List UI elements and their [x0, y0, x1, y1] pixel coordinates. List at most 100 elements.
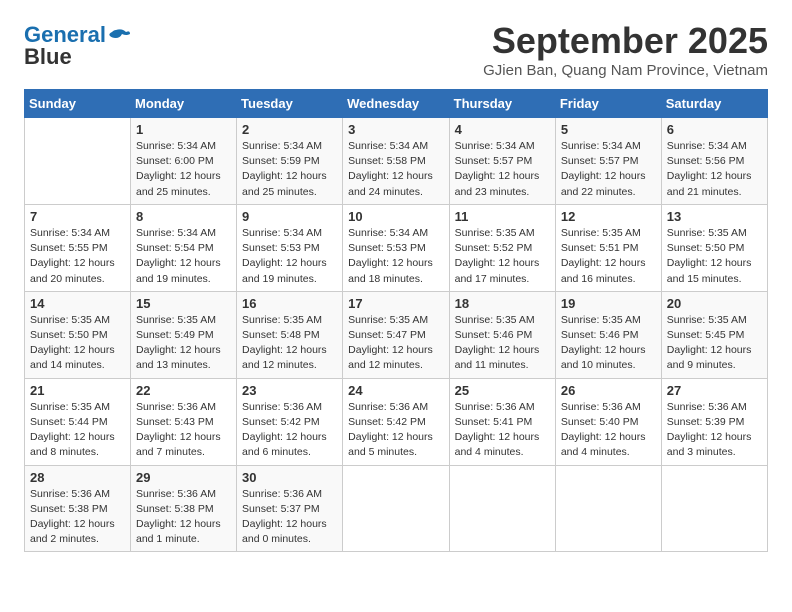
calendar-cell	[555, 465, 661, 552]
day-number: 17	[348, 296, 443, 311]
day-info: Sunrise: 5:35 AM Sunset: 5:45 PM Dayligh…	[667, 313, 762, 374]
day-number: 29	[136, 470, 231, 485]
calendar-cell	[449, 465, 555, 552]
day-info: Sunrise: 5:35 AM Sunset: 5:50 PM Dayligh…	[30, 313, 125, 374]
weekday-header-tuesday: Tuesday	[237, 90, 343, 118]
weekday-header-row: SundayMondayTuesdayWednesdayThursdayFrid…	[25, 90, 768, 118]
day-info: Sunrise: 5:34 AM Sunset: 5:53 PM Dayligh…	[348, 226, 443, 287]
day-info: Sunrise: 5:35 AM Sunset: 5:46 PM Dayligh…	[455, 313, 550, 374]
header: GeneralBlue September 2025 GJien Ban, Qu…	[24, 20, 768, 79]
day-info: Sunrise: 5:36 AM Sunset: 5:42 PM Dayligh…	[348, 400, 443, 461]
day-info: Sunrise: 5:35 AM Sunset: 5:46 PM Dayligh…	[561, 313, 656, 374]
day-info: Sunrise: 5:35 AM Sunset: 5:52 PM Dayligh…	[455, 226, 550, 287]
weekday-header-wednesday: Wednesday	[343, 90, 449, 118]
day-info: Sunrise: 5:34 AM Sunset: 5:55 PM Dayligh…	[30, 226, 125, 287]
calendar-cell: 22 Sunrise: 5:36 AM Sunset: 5:43 PM Dayli…	[131, 378, 237, 465]
day-number: 7	[30, 209, 125, 224]
day-number: 9	[242, 209, 337, 224]
day-info: Sunrise: 5:34 AM Sunset: 5:54 PM Dayligh…	[136, 226, 231, 287]
calendar-cell: 12Sunrise: 5:35 AM Sunset: 5:51 PM Dayli…	[555, 204, 661, 291]
day-info: Sunrise: 5:35 AM Sunset: 5:44 PM Dayligh…	[30, 400, 125, 461]
calendar-cell: 2 Sunrise: 5:34 AM Sunset: 5:59 PM Daylig…	[237, 118, 343, 205]
calendar-cell: 3Sunrise: 5:34 AM Sunset: 5:58 PM Daylig…	[343, 118, 449, 205]
day-info: Sunrise: 5:36 AM Sunset: 5:42 PM Dayligh…	[242, 400, 337, 461]
day-number: 20	[667, 296, 762, 311]
calendar-cell	[661, 465, 767, 552]
calendar-cell: 20 Sunrise: 5:35 AM Sunset: 5:45 PM Dayli…	[661, 291, 767, 378]
title-area: September 2025 GJien Ban, Quang Nam Prov…	[483, 20, 768, 79]
calendar-cell: 19Sunrise: 5:35 AM Sunset: 5:46 PM Dayli…	[555, 291, 661, 378]
calendar-cell: 30 Sunrise: 5:36 AM Sunset: 5:37 PM Dayli…	[237, 465, 343, 552]
day-number: 6	[667, 122, 762, 137]
calendar-week-row: 7 Sunrise: 5:34 AM Sunset: 5:55 PM Daylig…	[25, 204, 768, 291]
calendar-cell: 28 Sunrise: 5:36 AM Sunset: 5:38 PM Dayli…	[25, 465, 131, 552]
logo-text: GeneralBlue	[24, 24, 106, 68]
calendar-cell: 1 Sunrise: 5:34 AM Sunset: 6:00 PM Daylig…	[131, 118, 237, 205]
day-number: 3	[348, 122, 443, 137]
day-number: 14	[30, 296, 125, 311]
calendar-cell	[25, 118, 131, 205]
day-number: 16	[242, 296, 337, 311]
day-number: 25	[455, 383, 550, 398]
day-info: Sunrise: 5:35 AM Sunset: 5:51 PM Dayligh…	[561, 226, 656, 287]
calendar-cell: 8 Sunrise: 5:34 AM Sunset: 5:54 PM Daylig…	[131, 204, 237, 291]
day-info: Sunrise: 5:34 AM Sunset: 5:57 PM Dayligh…	[561, 139, 656, 200]
day-number: 10	[348, 209, 443, 224]
day-number: 18	[455, 296, 550, 311]
weekday-header-sunday: Sunday	[25, 90, 131, 118]
calendar-cell: 13Sunrise: 5:35 AM Sunset: 5:50 PM Dayli…	[661, 204, 767, 291]
calendar-cell: 24 Sunrise: 5:36 AM Sunset: 5:42 PM Dayli…	[343, 378, 449, 465]
day-number: 22	[136, 383, 231, 398]
day-number: 24	[348, 383, 443, 398]
calendar-week-row: 14 Sunrise: 5:35 AM Sunset: 5:50 PM Dayli…	[25, 291, 768, 378]
day-info: Sunrise: 5:36 AM Sunset: 5:37 PM Dayligh…	[242, 487, 337, 548]
weekday-header-saturday: Saturday	[661, 90, 767, 118]
day-number: 8	[136, 209, 231, 224]
day-info: Sunrise: 5:36 AM Sunset: 5:39 PM Dayligh…	[667, 400, 762, 461]
day-number: 15	[136, 296, 231, 311]
weekday-header-monday: Monday	[131, 90, 237, 118]
day-info: Sunrise: 5:34 AM Sunset: 5:53 PM Dayligh…	[242, 226, 337, 287]
calendar-cell: 26 Sunrise: 5:36 AM Sunset: 5:40 PM Dayli…	[555, 378, 661, 465]
day-number: 30	[242, 470, 337, 485]
day-info: Sunrise: 5:35 AM Sunset: 5:50 PM Dayligh…	[667, 226, 762, 287]
calendar-cell: 29 Sunrise: 5:36 AM Sunset: 5:38 PM Dayli…	[131, 465, 237, 552]
location-title: GJien Ban, Quang Nam Province, Vietnam	[483, 62, 768, 79]
day-info: Sunrise: 5:34 AM Sunset: 5:59 PM Dayligh…	[242, 139, 337, 200]
day-info: Sunrise: 5:35 AM Sunset: 5:47 PM Dayligh…	[348, 313, 443, 374]
month-title: September 2025	[483, 20, 768, 62]
weekday-header-thursday: Thursday	[449, 90, 555, 118]
calendar-cell: 18 Sunrise: 5:35 AM Sunset: 5:46 PM Dayli…	[449, 291, 555, 378]
calendar-cell: 16Sunrise: 5:35 AM Sunset: 5:48 PM Dayli…	[237, 291, 343, 378]
day-info: Sunrise: 5:36 AM Sunset: 5:40 PM Dayligh…	[561, 400, 656, 461]
day-info: Sunrise: 5:34 AM Sunset: 6:00 PM Dayligh…	[136, 139, 231, 200]
calendar-week-row: 1 Sunrise: 5:34 AM Sunset: 6:00 PM Daylig…	[25, 118, 768, 205]
calendar-week-row: 21Sunrise: 5:35 AM Sunset: 5:44 PM Dayli…	[25, 378, 768, 465]
calendar-cell: 25Sunrise: 5:36 AM Sunset: 5:41 PM Dayli…	[449, 378, 555, 465]
calendar-cell: 5 Sunrise: 5:34 AM Sunset: 5:57 PM Daylig…	[555, 118, 661, 205]
calendar-table: SundayMondayTuesdayWednesdayThursdayFrid…	[24, 89, 768, 552]
day-number: 23	[242, 383, 337, 398]
calendar-cell: 6 Sunrise: 5:34 AM Sunset: 5:56 PM Daylig…	[661, 118, 767, 205]
calendar-cell: 23 Sunrise: 5:36 AM Sunset: 5:42 PM Dayli…	[237, 378, 343, 465]
day-number: 2	[242, 122, 337, 137]
day-info: Sunrise: 5:34 AM Sunset: 5:57 PM Dayligh…	[455, 139, 550, 200]
day-number: 26	[561, 383, 656, 398]
day-info: Sunrise: 5:36 AM Sunset: 5:38 PM Dayligh…	[30, 487, 125, 548]
calendar-cell: 17 Sunrise: 5:35 AM Sunset: 5:47 PM Dayli…	[343, 291, 449, 378]
day-number: 5	[561, 122, 656, 137]
calendar-cell: 15Sunrise: 5:35 AM Sunset: 5:49 PM Dayli…	[131, 291, 237, 378]
calendar-cell: 7 Sunrise: 5:34 AM Sunset: 5:55 PM Daylig…	[25, 204, 131, 291]
day-info: Sunrise: 5:36 AM Sunset: 5:43 PM Dayligh…	[136, 400, 231, 461]
calendar-cell: 14 Sunrise: 5:35 AM Sunset: 5:50 PM Dayli…	[25, 291, 131, 378]
bird-icon	[108, 28, 130, 46]
day-info: Sunrise: 5:36 AM Sunset: 5:38 PM Dayligh…	[136, 487, 231, 548]
calendar-cell: 10 Sunrise: 5:34 AM Sunset: 5:53 PM Dayli…	[343, 204, 449, 291]
calendar-cell: 9 Sunrise: 5:34 AM Sunset: 5:53 PM Daylig…	[237, 204, 343, 291]
logo: GeneralBlue	[24, 24, 130, 68]
day-info: Sunrise: 5:34 AM Sunset: 5:56 PM Dayligh…	[667, 139, 762, 200]
day-number: 1	[136, 122, 231, 137]
day-number: 28	[30, 470, 125, 485]
day-number: 4	[455, 122, 550, 137]
calendar-cell: 4 Sunrise: 5:34 AM Sunset: 5:57 PM Daylig…	[449, 118, 555, 205]
